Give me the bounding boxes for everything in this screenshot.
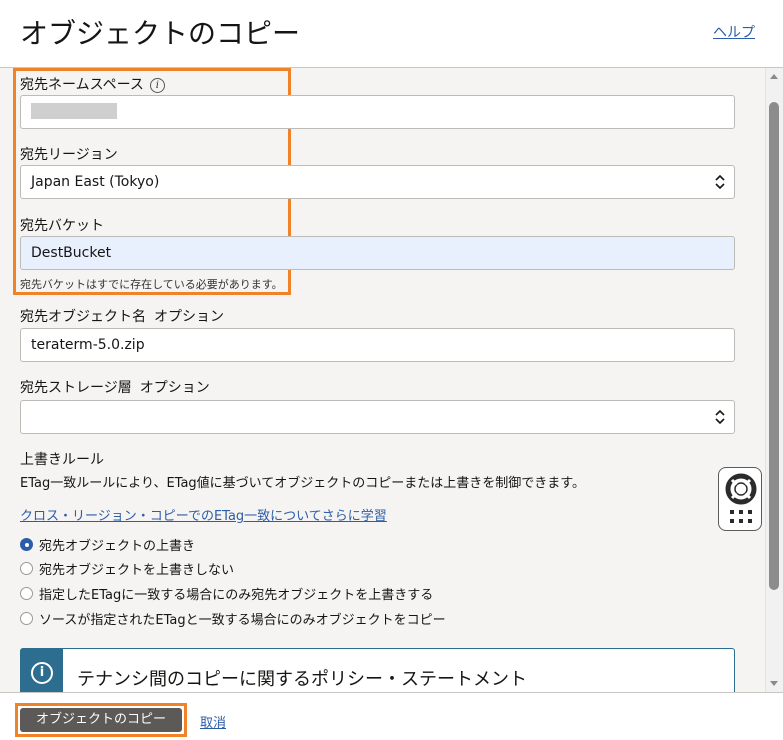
- dest-bucket-hint: 宛先バケットはすでに存在している必要があります。: [20, 278, 283, 291]
- dialog-footer: オブジェクトのコピー 取消: [0, 692, 783, 740]
- radio-button[interactable]: [20, 587, 33, 600]
- dialog-content[interactable]: 宛先ネームスペース i 宛先リージョン Japan East (Tokyo) 宛先…: [0, 68, 765, 692]
- masked-value: [31, 102, 117, 119]
- dest-storage-tier-label-text: 宛先ストレージ層: [20, 380, 132, 396]
- help-widget[interactable]: [718, 467, 762, 531]
- dest-object-name-input[interactable]: teraterm-5.0.zip: [20, 328, 735, 362]
- radio-overwrite-dest[interactable]: 宛先オブジェクトの上書き: [20, 535, 195, 554]
- optional-tag: オプション: [154, 309, 224, 325]
- radio-label: ソースが指定されたETagと一致する場合にのみオブジェクトをコピー: [39, 613, 446, 628]
- radio-button[interactable]: [20, 612, 33, 625]
- scroll-up-arrow-icon[interactable]: [770, 74, 778, 79]
- etag-learn-more-link[interactable]: クロス・リージョン・コピーでのETag一致についてさらに学習: [20, 505, 387, 524]
- dest-bucket-value: DestBucket: [31, 245, 112, 261]
- scroll-down-arrow-icon[interactable]: [770, 681, 778, 686]
- radio-button[interactable]: [20, 562, 33, 575]
- policy-notice[interactable]: i テナンシ間のコピーに関するポリシー・ステートメント: [20, 648, 735, 692]
- overwrite-rule-description: ETag一致ルールにより、ETag値に基づいてオブジェクトのコピーまたは上書きを…: [20, 476, 585, 491]
- optional-tag: オプション: [139, 380, 210, 396]
- radio-label: 宛先オブジェクトの上書き: [39, 539, 196, 554]
- dest-namespace-input[interactable]: [20, 95, 735, 129]
- lifebuoy-icon: [725, 473, 757, 505]
- dest-region-select[interactable]: Japan East (Tokyo): [20, 165, 735, 199]
- radio-do-not-overwrite[interactable]: 宛先オブジェクトを上書きしない: [20, 559, 234, 578]
- dialog-header: オブジェクトのコピー ヘルプ: [0, 0, 783, 68]
- dialog-title: オブジェクトのコピー: [20, 17, 301, 50]
- radio-overwrite-if-etag-match[interactable]: 指定したETagに一致する場合にのみ宛先オブジェクトを上書きする: [20, 584, 433, 603]
- dest-region-value: Japan East (Tokyo): [31, 174, 160, 190]
- info-icon: i: [31, 662, 53, 684]
- grid-dots-icon: [730, 510, 752, 523]
- radio-label: 指定したETagに一致する場合にのみ宛先オブジェクトを上書きする: [39, 588, 434, 603]
- dest-bucket-label: 宛先バケット: [20, 218, 104, 234]
- dest-object-name-value: teraterm-5.0.zip: [31, 337, 145, 353]
- radio-button-selected[interactable]: [20, 538, 33, 551]
- vertical-scrollbar[interactable]: [765, 68, 783, 692]
- chevron-up-down-icon: [715, 409, 725, 425]
- policy-notice-title: テナンシ間のコピーに関するポリシー・ステートメント: [77, 669, 527, 690]
- help-link[interactable]: ヘルプ: [713, 22, 755, 42]
- info-icon[interactable]: i: [149, 78, 165, 93]
- dest-object-name-label: 宛先オブジェクト名 オプション: [20, 306, 224, 326]
- dest-storage-tier-select[interactable]: [20, 400, 735, 434]
- dest-namespace-label-text: 宛先ネームスペース: [20, 77, 144, 93]
- dest-namespace-label: 宛先ネームスペース i: [20, 74, 165, 94]
- notice-icon-cell: i: [21, 649, 63, 692]
- radio-label: 宛先オブジェクトを上書きしない: [39, 563, 235, 578]
- copy-object-button-label: オブジェクトのコピー: [20, 708, 182, 732]
- chevron-up-down-icon: [715, 174, 725, 190]
- dest-storage-tier-label: 宛先ストレージ層 オプション: [20, 377, 210, 397]
- radio-copy-if-source-etag-match[interactable]: ソースが指定されたETagと一致する場合にのみオブジェクトをコピー: [20, 609, 446, 628]
- overwrite-rule-heading: 上書きルール: [20, 452, 104, 468]
- cancel-link[interactable]: 取消: [200, 712, 226, 731]
- dest-region-label: 宛先リージョン: [20, 147, 118, 163]
- copy-object-button[interactable]: オブジェクトのコピー: [15, 703, 187, 737]
- dest-bucket-input[interactable]: DestBucket: [20, 236, 735, 270]
- scrollbar-thumb[interactable]: [769, 102, 779, 590]
- dest-object-name-label-text: 宛先オブジェクト名: [20, 309, 146, 325]
